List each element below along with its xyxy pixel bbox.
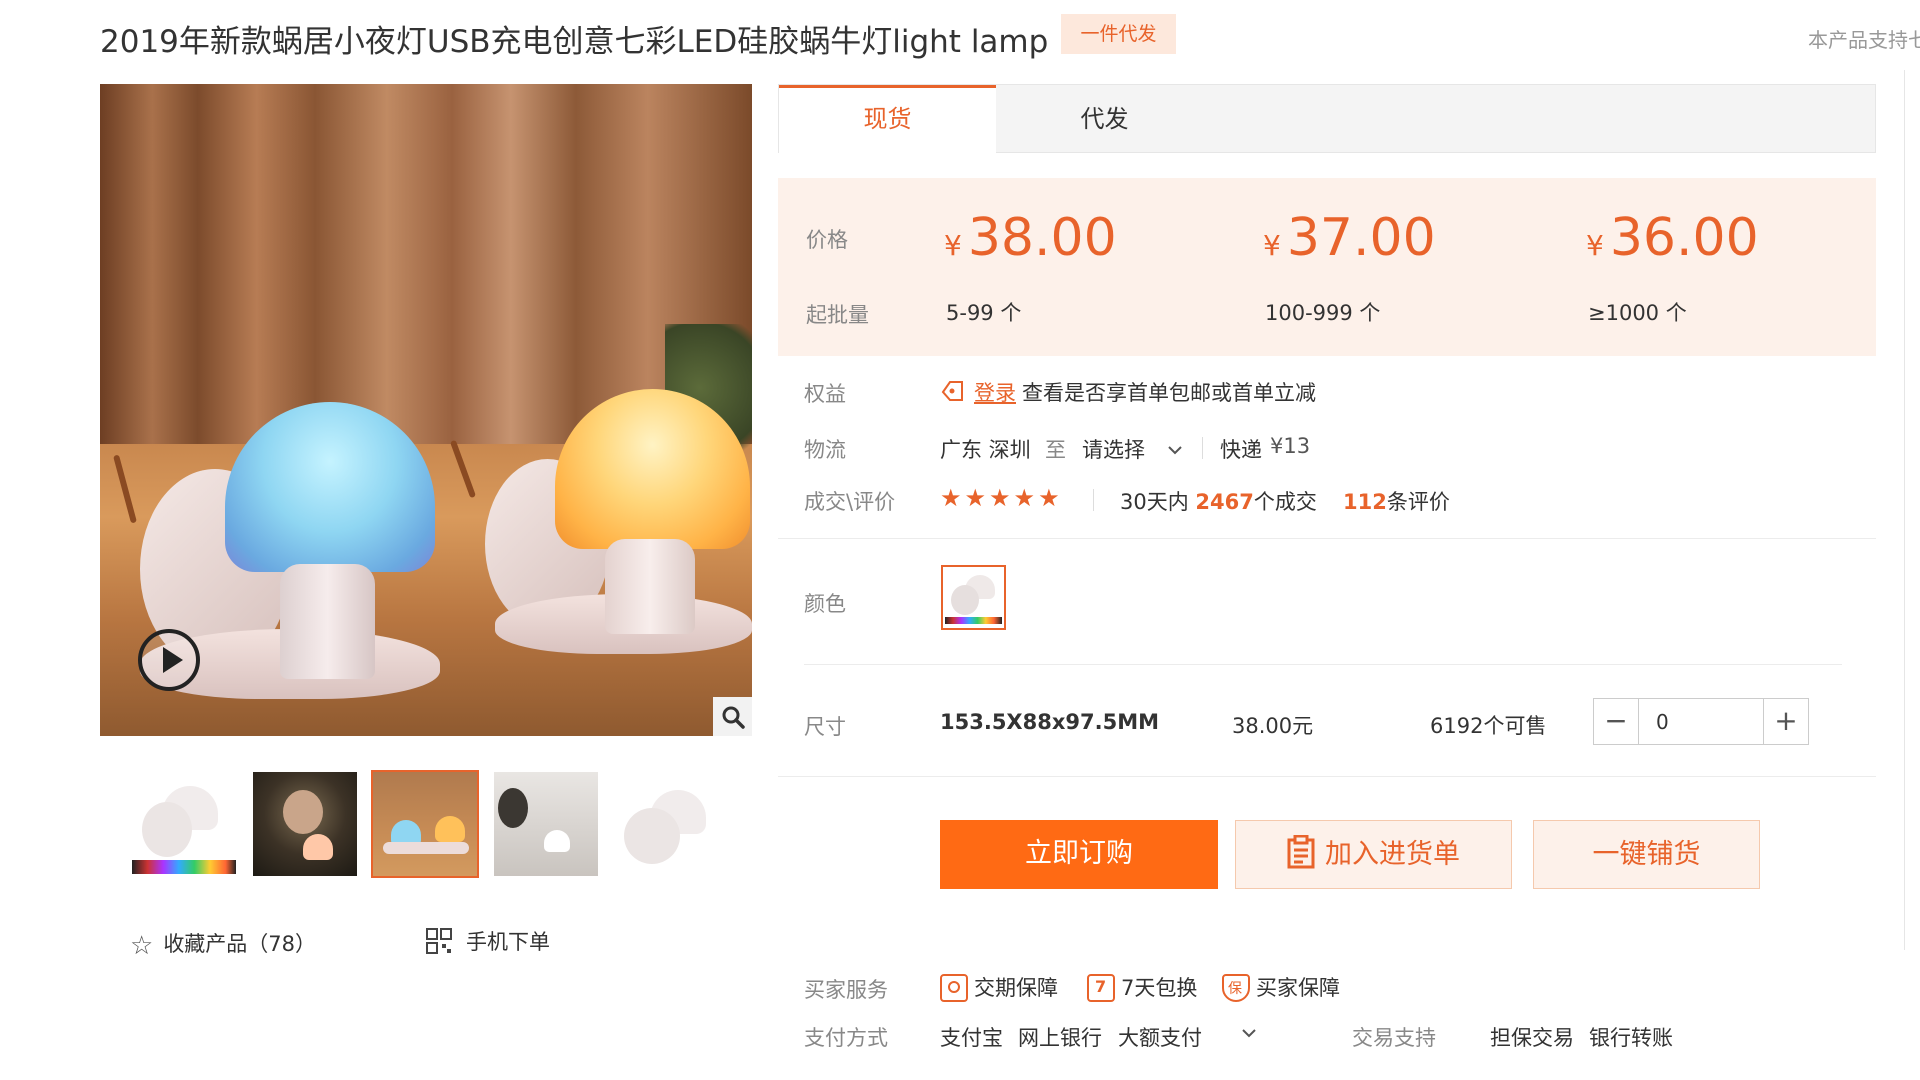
price-panel: 价格 起批量 ¥38.00 ¥37.00 ¥36.00 5-99 个 100-9… bbox=[778, 178, 1876, 356]
favorite-product-link[interactable]: ☆ 收藏产品（78） bbox=[130, 928, 316, 961]
color-option-swatch[interactable] bbox=[941, 565, 1006, 630]
ship-to-word: 至 bbox=[1045, 438, 1066, 462]
divider bbox=[1202, 437, 1203, 459]
payment-method: 支付宝 bbox=[940, 1026, 1003, 1050]
tab-in-stock[interactable]: 现货 bbox=[779, 85, 996, 154]
qr-code-icon bbox=[426, 928, 452, 954]
delivery-guarantee[interactable]: 交期保障 bbox=[940, 972, 1058, 1002]
chevron-down-icon bbox=[1167, 446, 1182, 455]
trade-support-item: 担保交易 bbox=[1490, 1026, 1574, 1050]
one-click-distribute-button[interactable]: 一键铺货 bbox=[1533, 820, 1760, 889]
price-tier-3: ¥36.00 bbox=[1586, 208, 1759, 268]
side-panel-edge bbox=[1904, 70, 1920, 950]
min-qty-label: 起批量 bbox=[806, 303, 869, 327]
divider bbox=[1093, 489, 1094, 511]
divider bbox=[804, 664, 1842, 665]
buyer-service-label: 买家服务 bbox=[804, 978, 888, 1002]
blue-lamp-stem bbox=[280, 564, 375, 679]
purchase-tabs: 现货 代发 bbox=[778, 84, 1876, 154]
divider bbox=[778, 538, 1876, 539]
buyer-protection[interactable]: 保买家保障 bbox=[1222, 972, 1340, 1002]
size-price: 38.00元 bbox=[1232, 714, 1314, 738]
clock-icon bbox=[940, 974, 968, 1002]
add-to-cart-label: 加入进货单 bbox=[1325, 839, 1460, 870]
mobile-order-link[interactable]: 手机下单 bbox=[426, 926, 550, 956]
thumbnail[interactable] bbox=[614, 772, 718, 876]
thumbnail[interactable] bbox=[132, 772, 236, 876]
payment-label: 支付方式 bbox=[804, 1026, 888, 1050]
tab-dropship[interactable]: 代发 bbox=[996, 85, 1213, 154]
qty-tier-2: 100-999 个 bbox=[1265, 301, 1381, 325]
play-icon bbox=[163, 647, 183, 673]
rating-stars: ★★★★★ bbox=[940, 484, 1063, 512]
add-to-cart-button[interactable]: 加入进货单 bbox=[1235, 820, 1512, 889]
stock-available: 6192个可售 bbox=[1430, 714, 1547, 738]
product-title: 2019年新款蜗居小夜灯USB充电创意七彩LED硅胶蜗牛灯light lamp bbox=[100, 24, 1049, 60]
zoom-button[interactable] bbox=[713, 697, 752, 736]
price-tier-2: ¥37.00 bbox=[1263, 208, 1436, 268]
destination-select-value: 请选择 bbox=[1082, 438, 1145, 462]
deal-count: 2467 bbox=[1195, 490, 1254, 514]
destination-select[interactable]: 请选择 bbox=[1082, 434, 1182, 464]
size-label: 尺寸 bbox=[804, 715, 846, 739]
reviews-label: 成交\评价 bbox=[804, 490, 896, 514]
qty-tier-1: 5-99 个 bbox=[946, 301, 1022, 325]
qty-tier-3: ≥1000 个 bbox=[1588, 301, 1687, 325]
quantity-input[interactable] bbox=[1640, 699, 1763, 744]
seven-day-icon: 7 bbox=[1087, 974, 1115, 1002]
ship-from: 广东 深圳 bbox=[940, 438, 1031, 462]
logistics-label: 物流 bbox=[804, 438, 846, 462]
divider bbox=[778, 776, 1876, 777]
benefits-text: 查看是否享首单包邮或首单立减 bbox=[1022, 381, 1316, 405]
main-product-image[interactable] bbox=[100, 84, 752, 736]
shipping-fee: ¥13 bbox=[1270, 434, 1311, 458]
buy-now-button[interactable]: 立即订购 bbox=[940, 820, 1218, 889]
payment-method: 网上银行 bbox=[1018, 1026, 1102, 1050]
thumbnail[interactable] bbox=[253, 772, 357, 876]
support-notice: 本产品支持七 bbox=[1808, 28, 1920, 52]
payment-method: 大额支付 bbox=[1118, 1026, 1202, 1050]
clipboard-icon bbox=[1287, 834, 1315, 869]
shield-icon: 保 bbox=[1222, 974, 1250, 1002]
trade-support-label: 交易支持 bbox=[1352, 1026, 1436, 1050]
price-tier-1: ¥38.00 bbox=[944, 208, 1117, 268]
favorite-label: 收藏产品（78） bbox=[163, 932, 317, 956]
magnifier-icon bbox=[722, 706, 745, 729]
benefits-label: 权益 bbox=[804, 382, 846, 406]
coupon-icon bbox=[941, 381, 963, 401]
chevron-down-icon[interactable] bbox=[1242, 1029, 1256, 1038]
mobile-order-label: 手机下单 bbox=[466, 930, 550, 954]
star-outline-icon: ☆ bbox=[130, 931, 154, 961]
review-summary[interactable]: 112条评价 bbox=[1343, 486, 1450, 516]
price-label: 价格 bbox=[806, 228, 848, 252]
quantity-stepper: − + bbox=[1593, 698, 1809, 745]
blue-lamp-cap bbox=[225, 402, 435, 572]
play-video-button[interactable] bbox=[138, 629, 200, 691]
thumbnail-strip bbox=[132, 770, 732, 878]
color-label: 颜色 bbox=[804, 592, 846, 616]
increase-button[interactable]: + bbox=[1763, 699, 1808, 744]
login-link[interactable]: 登录 bbox=[974, 377, 1016, 407]
deals-summary: 30天内 2467个成交 bbox=[1120, 490, 1317, 514]
thumbnail[interactable] bbox=[371, 770, 479, 878]
orange-lamp-stem bbox=[605, 539, 695, 634]
review-count: 112 bbox=[1343, 490, 1387, 514]
trade-support-item: 银行转账 bbox=[1589, 1026, 1673, 1050]
seven-day-exchange[interactable]: 7 7天包换 bbox=[1087, 972, 1197, 1002]
size-value: 153.5X88x97.5MM bbox=[940, 710, 1159, 734]
thumbnail[interactable] bbox=[494, 772, 598, 876]
decrease-button[interactable]: − bbox=[1594, 699, 1639, 744]
express-label: 快递 bbox=[1220, 438, 1262, 462]
dropship-badge: 一件代发 bbox=[1061, 14, 1176, 54]
